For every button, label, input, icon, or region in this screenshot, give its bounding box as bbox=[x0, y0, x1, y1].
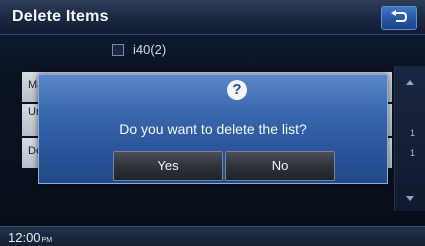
folder-name: i40(2) bbox=[133, 42, 167, 57]
return-arrow-icon bbox=[391, 10, 408, 22]
scroll-page-total: 1 bbox=[409, 148, 415, 158]
dialog-message: Do you want to delete the list? bbox=[119, 121, 307, 137]
back-button[interactable] bbox=[381, 6, 417, 30]
scroll-down-icon[interactable] bbox=[406, 196, 414, 201]
yes-button[interactable]: Yes bbox=[113, 151, 223, 181]
clock: 12:00PM bbox=[8, 230, 52, 245]
clock-ampm: PM bbox=[41, 237, 53, 244]
no-button[interactable]: No bbox=[225, 151, 335, 181]
confirm-dialog: ? Do you want to delete the list? Yes No bbox=[38, 74, 388, 184]
title-bar: Delete Items bbox=[0, 0, 425, 35]
scroll-page-current: 1 bbox=[409, 128, 415, 138]
select-all-checkbox[interactable] bbox=[112, 44, 124, 56]
folder-bar: i40(2) bbox=[0, 35, 425, 65]
screen: Delete Items i40(2) Mar Unn A Del 1 1 bbox=[0, 0, 425, 246]
page-title: Delete Items bbox=[12, 8, 109, 25]
scrollbar[interactable]: 1 1 bbox=[394, 66, 425, 211]
status-bar: 12:00PM bbox=[0, 226, 425, 246]
scroll-up-icon[interactable] bbox=[406, 80, 414, 85]
clock-time: 12:00 bbox=[8, 230, 41, 245]
question-icon: ? bbox=[227, 80, 247, 100]
